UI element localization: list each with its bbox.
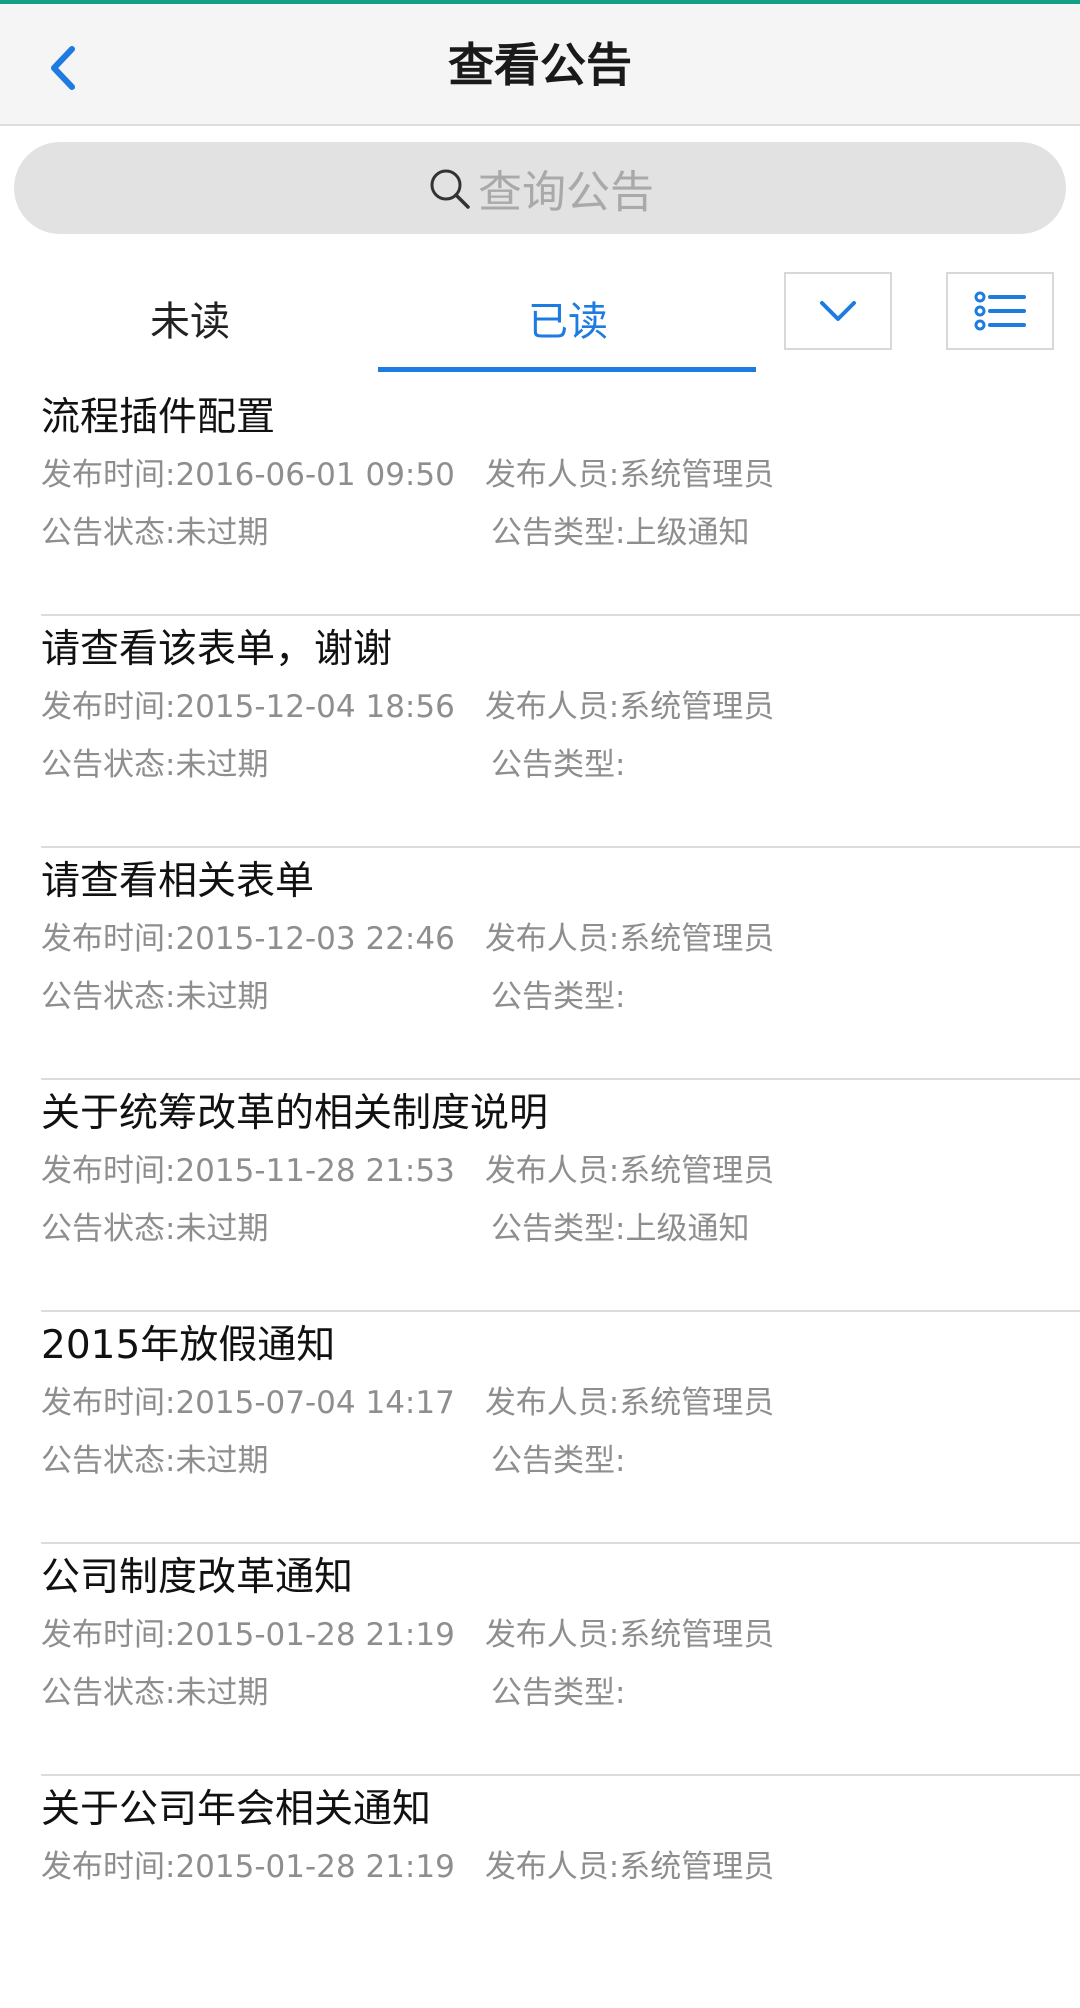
list-item[interactable]: 请查看该表单，谢谢 发布时间:2015-12-04 18:56 发布人员:系统管理… — [41, 616, 1080, 848]
tab-bar: 未读 已读 — [0, 264, 1080, 374]
active-tab-indicator — [378, 367, 756, 372]
page-title: 查看公告 — [448, 38, 632, 92]
announcement-title: 请查看相关表单 — [41, 859, 315, 904]
time-label: 发布时间: — [41, 1385, 176, 1421]
status-label: 公告状态: — [41, 747, 176, 783]
time-label: 发布时间: — [41, 689, 176, 725]
announcement-time-publisher: 发布时间:2015-12-03 22:46 发布人员:系统管理员 — [41, 918, 774, 960]
time-label: 发布时间: — [41, 1153, 176, 1189]
publish-time: 2016-06-01 09:50 — [175, 457, 455, 493]
publish-time: 2015-12-04 18:56 — [175, 689, 455, 725]
publisher: 系统管理员 — [619, 1153, 775, 1189]
announcement-title: 2015年放假通知 — [41, 1323, 336, 1368]
filter-dropdown-button[interactable] — [784, 272, 892, 350]
announcement-title: 关于统筹改革的相关制度说明 — [41, 1091, 549, 1136]
announcement-time-publisher: 发布时间:2016-06-01 09:50 发布人员:系统管理员 — [41, 454, 774, 496]
search-input[interactable]: 查询公告 — [14, 142, 1066, 234]
announcement-type: 公告类型: — [491, 976, 625, 1018]
announcement-status: 公告状态:未过期 — [41, 512, 268, 554]
announcement-type: 公告类型: — [491, 1440, 625, 1482]
announcement-status: 公告状态:未过期 — [41, 976, 268, 1018]
announcement-status: 公告状态:未过期 — [41, 1440, 268, 1482]
announcement-title: 流程插件配置 — [41, 395, 276, 440]
announcement-time-publisher: 发布时间:2015-01-28 21:19 发布人员:系统管理员 — [41, 1614, 774, 1656]
publisher: 系统管理员 — [619, 1617, 775, 1653]
search-placeholder: 查询公告 — [478, 167, 654, 218]
publisher: 系统管理员 — [619, 689, 775, 725]
announcement-status: 公告状态:未过期 — [41, 1672, 268, 1714]
type-label: 公告类型: — [491, 1443, 626, 1479]
list-item[interactable]: 关于公司年会相关通知 发布时间:2015-01-28 21:19 发布人员:系统管… — [41, 1776, 1080, 2008]
list-item[interactable]: 流程插件配置 发布时间:2016-06-01 09:50 发布人员:系统管理员 公… — [41, 384, 1080, 616]
announcement-type: 公告类型:上级通知 — [491, 512, 749, 554]
publisher: 系统管理员 — [619, 1385, 775, 1421]
publisher-label: 发布人员: — [484, 1385, 620, 1421]
publish-time: 2015-01-28 21:19 — [175, 1617, 455, 1653]
header-bar: 查看公告 — [0, 4, 1080, 126]
announcement-status: 公告状态:未过期 — [41, 744, 268, 786]
announcement-time-publisher: 发布时间:2015-12-04 18:56 发布人员:系统管理员 — [41, 686, 774, 728]
announcement-type: 公告类型: — [491, 744, 625, 786]
publisher-label: 发布人员: — [484, 1849, 620, 1885]
publisher: 系统管理员 — [619, 457, 775, 493]
publisher-label: 发布人员: — [484, 921, 620, 957]
announcement-time-publisher: 发布时间:2015-07-04 14:17 发布人员:系统管理员 — [41, 1382, 774, 1424]
publisher-label: 发布人员: — [484, 1617, 620, 1653]
list-item[interactable]: 关于统筹改革的相关制度说明 发布时间:2015-11-28 21:53 发布人员:… — [41, 1080, 1080, 1312]
list-item[interactable]: 公司制度改革通知 发布时间:2015-01-28 21:19 发布人员:系统管理员… — [41, 1544, 1080, 1776]
status-value: 未过期 — [175, 1211, 269, 1247]
search-icon — [430, 169, 470, 209]
announcement-type: 公告类型: — [491, 1672, 625, 1714]
announcement-type: 公告类型:上级通知 — [491, 1208, 749, 1250]
list-icon — [974, 291, 1026, 331]
announcement-title: 公司制度改革通知 — [41, 1555, 354, 1600]
list-item[interactable]: 2015年放假通知 发布时间:2015-07-04 14:17 发布人员:系统管理… — [41, 1312, 1080, 1544]
status-label: 公告状态: — [41, 1675, 176, 1711]
type-value: 上级通知 — [625, 515, 750, 551]
status-label: 公告状态: — [41, 979, 176, 1015]
announcement-status: 公告状态:未过期 — [41, 1208, 268, 1250]
status-label: 公告状态: — [41, 515, 176, 551]
publish-time: 2015-07-04 14:17 — [175, 1385, 455, 1421]
publisher-label: 发布人员: — [484, 1153, 620, 1189]
announcement-time-publisher: 发布时间:2015-01-28 21:19 发布人员:系统管理员 — [41, 1846, 774, 1888]
publisher-label: 发布人员: — [484, 457, 620, 493]
publisher: 系统管理员 — [619, 921, 775, 957]
status-label: 公告状态: — [41, 1443, 176, 1479]
type-label: 公告类型: — [491, 1211, 626, 1247]
time-label: 发布时间: — [41, 457, 176, 493]
status-value: 未过期 — [175, 1443, 269, 1479]
time-label: 发布时间: — [41, 1849, 176, 1885]
list-item[interactable]: 请查看相关表单 发布时间:2015-12-03 22:46 发布人员:系统管理员 … — [41, 848, 1080, 1080]
tab-unread[interactable]: 未读 — [0, 264, 380, 372]
tab-read[interactable]: 已读 — [378, 264, 758, 372]
type-label: 公告类型: — [491, 747, 626, 783]
announcement-title: 关于公司年会相关通知 — [41, 1787, 432, 1832]
publish-time: 2015-11-28 21:53 — [175, 1153, 455, 1189]
type-value: 上级通知 — [625, 1211, 750, 1247]
time-label: 发布时间: — [41, 921, 176, 957]
announcement-title: 请查看该表单，谢谢 — [41, 627, 393, 672]
chevron-down-icon — [820, 301, 856, 321]
announcement-list: 流程插件配置 发布时间:2016-06-01 09:50 发布人员:系统管理员 公… — [0, 384, 1080, 2008]
status-value: 未过期 — [175, 1675, 269, 1711]
type-label: 公告类型: — [491, 1675, 626, 1711]
type-label: 公告类型: — [491, 515, 626, 551]
publisher-label: 发布人员: — [484, 689, 620, 725]
publish-time: 2015-01-28 21:19 — [175, 1849, 455, 1885]
publisher: 系统管理员 — [619, 1849, 775, 1885]
list-view-button[interactable] — [946, 272, 1054, 350]
type-label: 公告类型: — [491, 979, 626, 1015]
announcement-time-publisher: 发布时间:2015-11-28 21:53 发布人员:系统管理员 — [41, 1150, 774, 1192]
status-value: 未过期 — [175, 979, 269, 1015]
status-value: 未过期 — [175, 515, 269, 551]
time-label: 发布时间: — [41, 1617, 176, 1653]
status-value: 未过期 — [175, 747, 269, 783]
publish-time: 2015-12-03 22:46 — [175, 921, 455, 957]
status-label: 公告状态: — [41, 1211, 176, 1247]
